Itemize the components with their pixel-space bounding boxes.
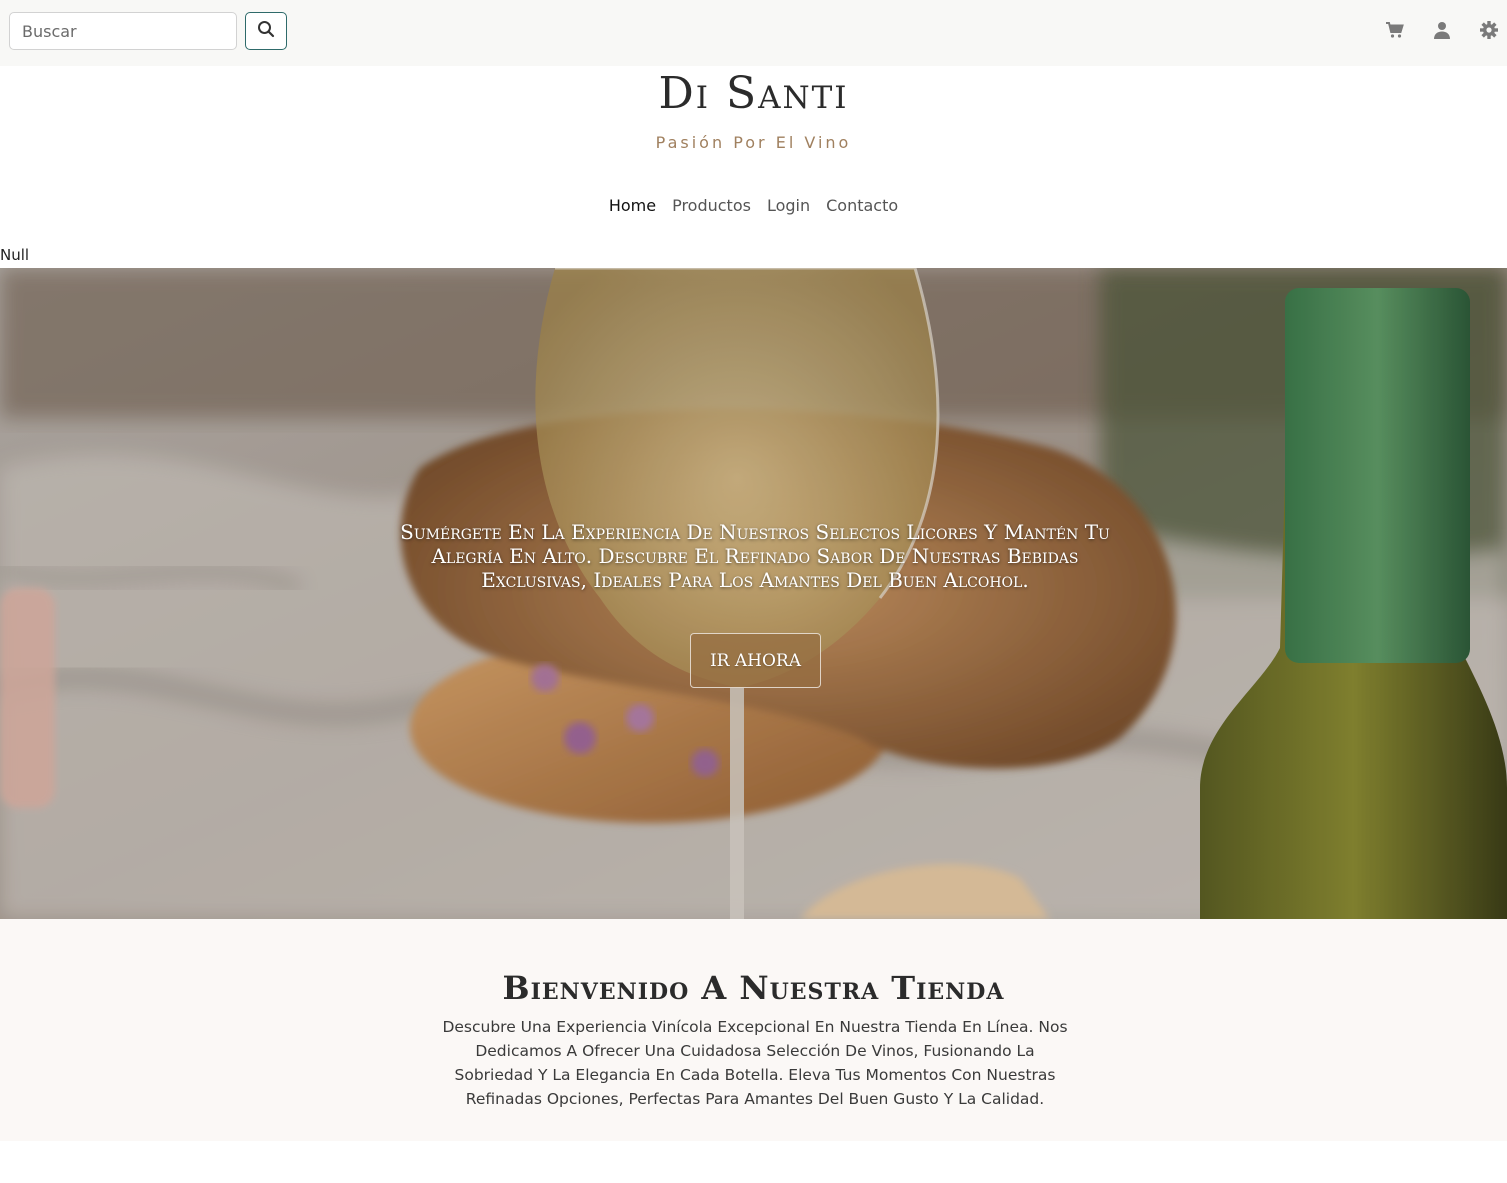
nav-item-login[interactable]: Login [767, 196, 810, 215]
hero-text: Sumérgete En La Experiencia De Nuestros … [400, 520, 1110, 592]
brand-title: Di Santi [658, 68, 849, 119]
nav-item-productos[interactable]: Productos [672, 196, 751, 215]
hero-banner: Sumérgete En La Experiencia De Nuestros … [0, 268, 1507, 919]
nav-item-home[interactable]: Home [609, 196, 656, 215]
hero-image [0, 268, 1507, 919]
user-icon[interactable] [1431, 19, 1453, 41]
welcome-title: Bienvenido A Nuestra Tienda [502, 969, 1005, 1007]
main-nav: Home Productos Login Contacto [0, 196, 1507, 215]
nav-item-contacto[interactable]: Contacto [826, 196, 898, 215]
debug-text: Null [0, 246, 30, 264]
gear-icon[interactable] [1478, 19, 1500, 41]
cart-icon[interactable] [1384, 19, 1406, 41]
welcome-section: Bienvenido A Nuestra Tienda Descubre Una… [0, 919, 1507, 1141]
welcome-text: Descubre Una Experiencia Vinícola Excepc… [442, 1018, 1068, 1108]
search-input[interactable] [9, 12, 237, 50]
brand-subtitle: Pasión Por El Vino [655, 133, 852, 152]
top-bar [0, 0, 1507, 66]
ir-ahora-button[interactable]: IR AHORA [690, 633, 821, 688]
search-icon [257, 20, 275, 42]
search-button[interactable] [245, 12, 287, 50]
